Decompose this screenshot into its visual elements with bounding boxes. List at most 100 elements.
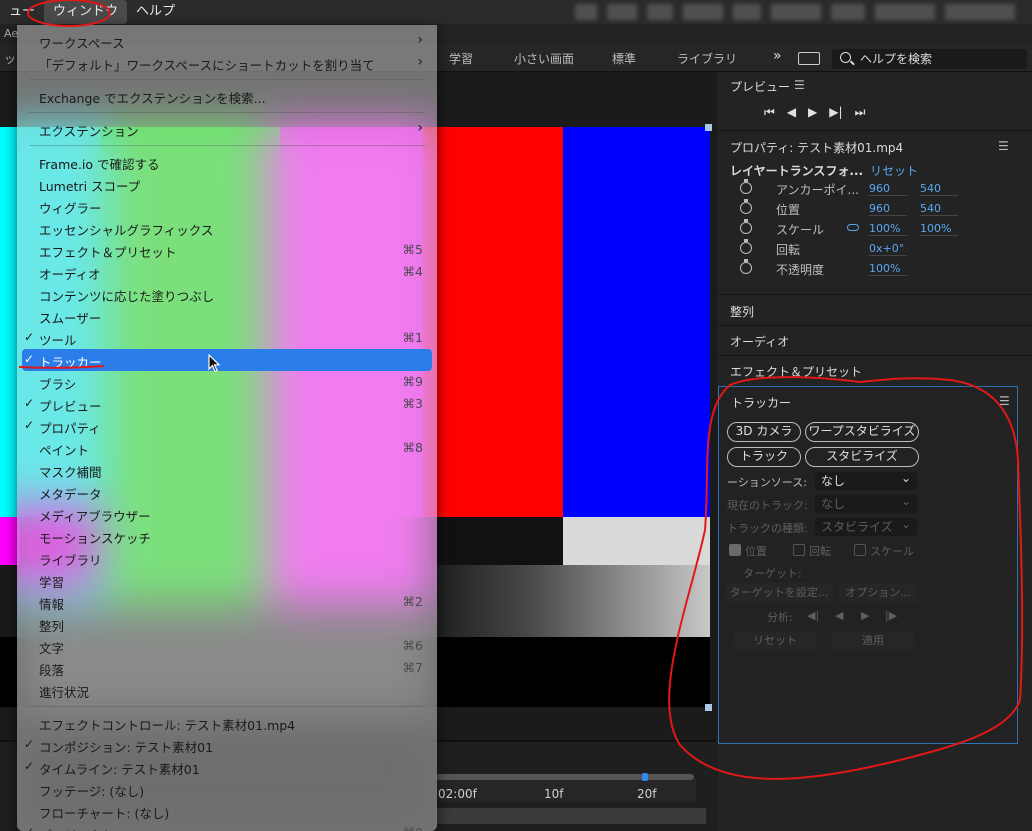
window-menu-item[interactable]: ワークスペース › [17,30,437,52]
timeline-work-area-bar[interactable] [436,773,694,781]
workspace-tab-standard[interactable]: 標準 [612,50,636,67]
window-menu-item[interactable]: モーションスケッチ [17,525,437,547]
next-frame-icon[interactable]: ▶| [829,105,842,120]
menubar-window[interactable]: ウィンドウ [44,0,128,24]
current-track-select[interactable]: なし [815,492,917,513]
track-motion-button[interactable]: トラック [727,447,801,467]
window-menu-item[interactable]: Frame.io で確認する [17,151,437,173]
transform-reset-link[interactable]: リセット [870,162,918,179]
window-menu-item[interactable]: 文字 ⌘6 [17,635,437,657]
property-row-position[interactable]: 位置 960 540 [718,199,1032,220]
window-menu-item[interactable]: 学習 [17,569,437,591]
tracker-menu-icon[interactable]: ☰ [999,394,1010,408]
property-row-anchor[interactable]: アンカーポイ... 960 540 [718,179,1032,200]
window-menu-item[interactable]: オーディオ ⌘4 [17,261,437,283]
set-target-button[interactable]: ターゲットを設定... [725,583,833,603]
timeline-layer-track[interactable] [436,808,706,824]
menubar-view[interactable]: ュー [0,0,44,24]
workspace-tab-learn[interactable]: 学習 [449,50,473,67]
property-value-x[interactable]: 960 [869,182,907,196]
property-value-y[interactable]: 540 [920,202,958,216]
workspace-layout-icon[interactable] [798,52,820,65]
window-menu-item[interactable]: フッテージ: (なし) [17,778,437,800]
stabilize-motion-button[interactable]: スタビライズ [805,447,919,467]
rotation-checkbox[interactable] [793,544,805,556]
warp-stabilizer-button[interactable]: ワープスタビライズ [805,422,919,442]
stopwatch-icon[interactable] [740,239,752,254]
track-type-select[interactable]: スタビライズ [815,515,917,536]
window-menu-item[interactable]: コンテンツに応じた塗りつぶし [17,283,437,305]
window-menu-item[interactable]: エッセンシャルグラフィックス [17,217,437,239]
window-menu-item[interactable]: スムーザー [17,305,437,327]
window-menu-item[interactable]: メディアブラウザー [17,503,437,525]
analyze-forward-icon[interactable]: ▶ [861,609,869,622]
property-value-x[interactable]: 960 [869,202,907,216]
workspace-overflow-chevron[interactable]: » [773,48,782,64]
play-icon[interactable]: ▶ [808,105,817,120]
window-menu-item[interactable]: ライブラリ [17,547,437,569]
window-menu-item[interactable]: フローチャート: (なし) [17,800,437,822]
tracker-apply-button[interactable]: 適用 [831,631,915,651]
playhead-knob[interactable] [642,773,648,781]
window-menu-item[interactable]: 整列 [17,613,437,635]
tracker-options-button[interactable]: オプション... [839,583,917,603]
window-menu-item[interactable]: ✓ ツール ⌘1 [17,327,437,349]
first-frame-icon[interactable]: ⏮ [764,105,775,120]
window-menu-item[interactable]: ペイント ⌘8 [17,437,437,459]
analyze-backward-icon[interactable]: ◀ [835,609,843,622]
properties-menu-icon[interactable]: ☰ [998,139,1009,153]
property-value[interactable]: 0x+0° [869,242,907,256]
window-menu-item[interactable]: 進行状況 [17,679,437,701]
property-row-rotation[interactable]: 回転 0x+0° [718,239,1032,260]
window-menu-item[interactable]: エクステンション › [17,118,437,140]
track-3d-camera-button[interactable]: 3D カメラ [727,422,801,442]
stopwatch-icon[interactable] [740,199,752,214]
constrain-proportions-link-icon[interactable] [847,224,859,231]
help-search-input[interactable]: ヘルプを検索 [832,49,1027,69]
stopwatch-icon[interactable] [740,179,752,194]
window-menu-item[interactable]: エフェクト＆プリセット ⌘5 [17,239,437,261]
window-menu-item[interactable]: メタデータ [17,481,437,503]
menubar-help[interactable]: ヘルプ [127,0,184,24]
window-menu-item[interactable]: ウィグラー [17,195,437,217]
position-checkbox[interactable] [729,544,741,556]
property-value-y[interactable]: 540 [920,182,958,196]
effects-presets-panel-tab[interactable]: エフェクト＆プリセット [730,363,862,380]
window-menu-item[interactable]: ✓ プロジェクト ⌘0 [17,822,437,831]
stopwatch-icon[interactable] [740,219,752,234]
window-menu-item[interactable]: ✓ プロパティ [17,415,437,437]
window-menu-item[interactable]: 「デフォルト」ワークスペースにショートカットを割り当て › [17,52,437,74]
window-menu-item[interactable]: エフェクトコントロール: テスト素材01.mp4 [17,712,437,734]
audio-panel-tab[interactable]: オーディオ [730,333,789,350]
align-panel-tab[interactable]: 整列 [730,303,754,320]
window-menu-item[interactable]: ✓ プレビュー ⌘3 [17,393,437,415]
window-menu-item[interactable]: ブラシ ⌘9 [17,371,437,393]
workspace-tab-libraries[interactable]: ライブラリ [677,50,737,67]
preview-menu-icon[interactable]: ☰ [794,78,805,92]
window-menu-item[interactable]: 情報 ⌘2 [17,591,437,613]
window-menu-item[interactable]: ✓ コンポジション: テスト素材01 [17,734,437,756]
tracker-reset-button[interactable]: リセット [733,631,817,651]
property-row-opacity[interactable]: 不透明度 100% [718,259,1032,280]
window-menu-item[interactable]: ✓ タイムライン: テスト素材01 [17,756,437,778]
window-menu-item[interactable]: Lumetri スコープ [17,173,437,195]
window-menu-item[interactable]: マスク補間 [17,459,437,481]
motion-source-select[interactable]: なし [815,469,917,490]
prev-frame-icon[interactable]: ◀ [787,105,796,120]
window-menu-item[interactable]: 段落 ⌘7 [17,657,437,679]
window-menu-item[interactable]: Exchange でエクステンションを検索... [17,85,437,107]
property-value-x[interactable]: 100% [869,222,907,236]
window-menu-item[interactable]: ✓ トラッカー [22,349,432,371]
property-row-scale[interactable]: スケール 100% 100% [718,219,1032,240]
last-frame-icon[interactable]: ⏭ [855,105,866,120]
property-value-y[interactable]: 100% [920,222,958,236]
workspace-tab-small-screen[interactable]: 小さい画面 [514,50,574,67]
analyze-forward-step-icon[interactable]: |▶ [885,609,897,622]
analyze-back-step-icon[interactable]: ◀| [807,609,819,622]
tracker-panel-title: トラッカー [731,396,792,410]
scale-checkbox[interactable] [854,544,866,556]
canvas-handle-bottom[interactable] [705,704,712,711]
property-value[interactable]: 100% [869,262,907,276]
stopwatch-icon[interactable] [740,259,752,274]
canvas-handle-top[interactable] [705,124,712,131]
